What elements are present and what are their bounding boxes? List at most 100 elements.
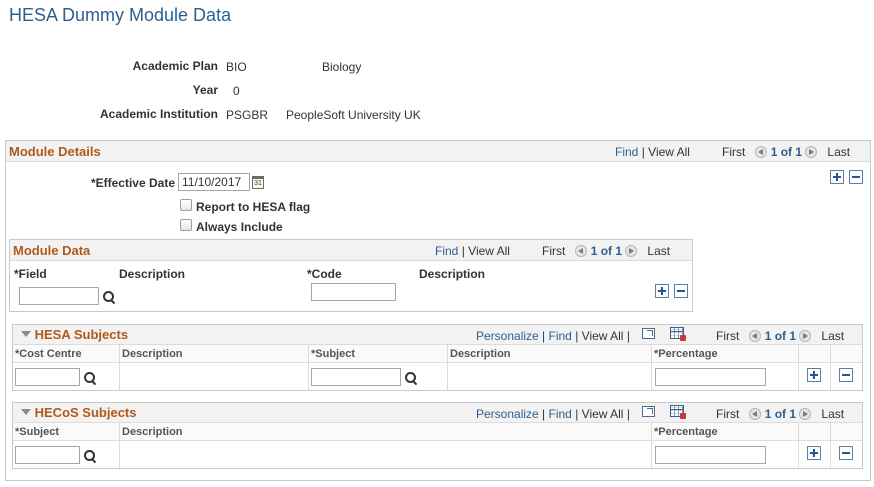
- delete-row-button[interactable]: [839, 446, 853, 460]
- hesa-subjects-pager: First 1 of 1 Last: [716, 329, 844, 343]
- subject-header: *Subject: [311, 348, 356, 360]
- next-icon[interactable]: [805, 146, 818, 158]
- last-link: Last: [647, 244, 671, 258]
- cost-centre-input[interactable]: [15, 368, 80, 386]
- hecos-subjects-title-text: HECoS Subjects: [34, 405, 137, 420]
- zoom-icon[interactable]: [642, 406, 655, 417]
- find-link[interactable]: Find: [435, 244, 458, 258]
- download-icon[interactable]: [670, 327, 686, 341]
- row-count: 1 of 1: [764, 407, 797, 421]
- nav-separator: |: [542, 407, 546, 421]
- institution-desc: PeopleSoft University UK: [286, 108, 421, 122]
- module-details-section: Module Details Find | View All First 1 o…: [5, 140, 871, 481]
- personalize-link[interactable]: Personalize: [476, 329, 539, 343]
- collapse-icon[interactable]: [21, 331, 31, 337]
- add-row-button[interactable]: [807, 368, 821, 382]
- year-label: Year: [192, 83, 218, 97]
- search-icon[interactable]: [404, 371, 418, 385]
- always-include-checkbox[interactable]: [180, 219, 192, 231]
- previous-icon[interactable]: [749, 408, 762, 420]
- first-link: First: [716, 407, 740, 421]
- add-row-button[interactable]: [807, 446, 821, 460]
- hecos-subjects-pager: First 1 of 1 Last: [716, 407, 844, 421]
- hecos-subjects-header: HECoS Subjects Personalize | Find | View…: [13, 403, 862, 423]
- subject-input[interactable]: [15, 446, 80, 464]
- last-link: Last: [827, 145, 851, 159]
- subject-input[interactable]: [311, 368, 401, 386]
- view-all-link[interactable]: View All: [468, 244, 510, 258]
- view-all-link[interactable]: View All: [582, 407, 624, 421]
- search-icon[interactable]: [83, 449, 97, 463]
- previous-icon[interactable]: [749, 330, 762, 342]
- description-header: Description: [122, 348, 183, 360]
- add-row-button[interactable]: [830, 170, 844, 184]
- field-input[interactable]: [19, 287, 99, 305]
- previous-icon[interactable]: [575, 245, 588, 257]
- find-link[interactable]: Find: [549, 407, 572, 421]
- module-details-nav: Find | View All: [615, 145, 690, 159]
- last-link: Last: [821, 407, 845, 421]
- description-header: Description: [450, 348, 511, 360]
- search-icon[interactable]: [83, 371, 97, 385]
- nav-separator: |: [626, 329, 630, 343]
- delete-row-button[interactable]: [849, 170, 863, 184]
- academic-plan-desc: Biology: [322, 60, 362, 74]
- next-icon[interactable]: [799, 408, 812, 420]
- column-divider: [651, 345, 652, 390]
- percentage-header: *Percentage: [654, 348, 718, 360]
- module-data-pager: First 1 of 1 Last: [542, 244, 670, 258]
- download-icon[interactable]: [670, 405, 686, 419]
- row-count: 1 of 1: [590, 244, 623, 258]
- calendar-icon[interactable]: 31: [252, 176, 264, 189]
- next-icon[interactable]: [625, 245, 638, 257]
- module-data-section: Module Data Find | View All First 1 of 1…: [9, 239, 693, 312]
- module-details-title: Module Details: [9, 144, 101, 159]
- personalize-link[interactable]: Personalize: [476, 407, 539, 421]
- subject-header: *Subject: [15, 426, 60, 438]
- academic-plan-code: BIO: [226, 60, 247, 74]
- cost-centre-header: *Cost Centre: [15, 348, 82, 360]
- row-count: 1 of 1: [764, 329, 797, 343]
- next-icon[interactable]: [799, 330, 812, 342]
- code-label: *Code: [307, 267, 342, 281]
- report-to-hesa-checkbox[interactable]: [180, 199, 192, 211]
- nav-separator: |: [461, 244, 465, 258]
- first-link: First: [722, 145, 746, 159]
- nav-separator: |: [575, 329, 579, 343]
- nav-separator: |: [542, 329, 546, 343]
- code-input[interactable]: [311, 283, 396, 301]
- find-link[interactable]: Find: [549, 329, 572, 343]
- add-row-button[interactable]: [655, 284, 669, 298]
- last-link: Last: [821, 329, 845, 343]
- previous-icon[interactable]: [755, 146, 768, 158]
- view-all-link[interactable]: View All: [648, 145, 690, 159]
- column-divider: [308, 345, 309, 390]
- module-data-nav: Find | View All: [435, 244, 510, 258]
- code-description-label: Description: [419, 267, 486, 281]
- search-icon[interactable]: [102, 290, 116, 304]
- nav-separator: |: [575, 407, 579, 421]
- hecos-subjects-nav: Personalize | Find | View All |: [476, 407, 630, 421]
- column-divider: [830, 345, 831, 390]
- zoom-icon[interactable]: [642, 328, 655, 339]
- row-count: 1 of 1: [770, 145, 803, 159]
- nav-separator: |: [626, 407, 630, 421]
- percentage-input[interactable]: [655, 368, 766, 386]
- hesa-subjects-title: HESA Subjects: [21, 327, 128, 342]
- hecos-subjects-grid: HECoS Subjects Personalize | Find | View…: [12, 402, 863, 469]
- academic-plan-label: Academic Plan: [132, 59, 218, 73]
- description-header: Description: [122, 426, 183, 438]
- column-divider: [830, 423, 831, 468]
- module-details-pager: First 1 of 1 Last: [722, 145, 850, 159]
- effective-date-input[interactable]: [178, 173, 250, 191]
- column-divider: [119, 423, 120, 468]
- delete-row-button[interactable]: [839, 368, 853, 382]
- delete-row-button[interactable]: [674, 284, 688, 298]
- find-link[interactable]: Find: [615, 145, 638, 159]
- hesa-subjects-header: HESA Subjects Personalize | Find | View …: [13, 325, 862, 345]
- hecos-subjects-title: HECoS Subjects: [21, 405, 136, 420]
- view-all-link[interactable]: View All: [582, 329, 624, 343]
- percentage-input[interactable]: [655, 446, 766, 464]
- collapse-icon[interactable]: [21, 409, 31, 415]
- first-link: First: [716, 329, 740, 343]
